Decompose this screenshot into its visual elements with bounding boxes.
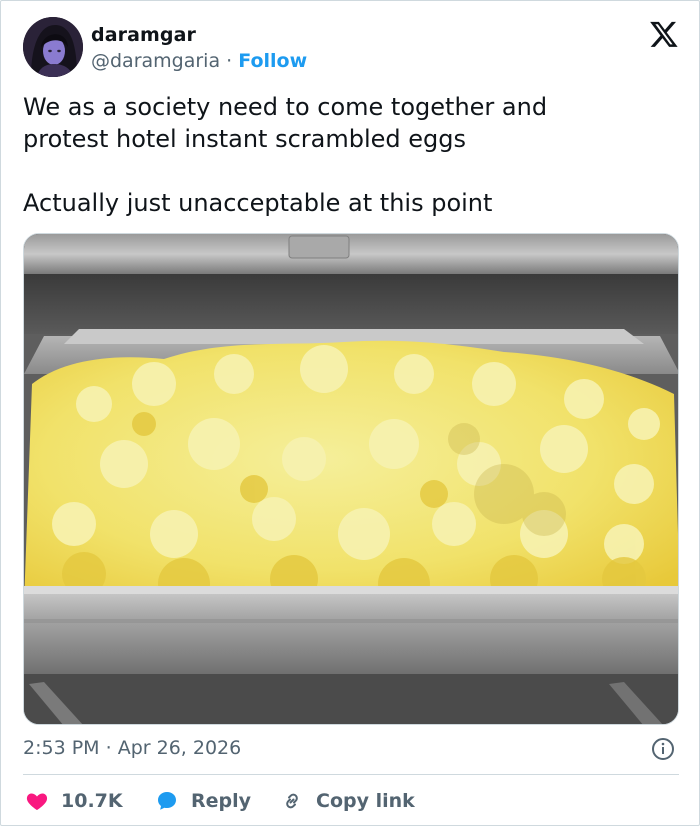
link-icon [286, 793, 298, 809]
tweet-text: We as a society need to come together an… [23, 93, 548, 217]
author-name[interactable]: daramgar [91, 24, 196, 46]
speech-bubble-icon [158, 792, 176, 810]
meta-separator: · [105, 737, 112, 759]
heart-icon [26, 793, 48, 810]
reply-label: Reply [191, 790, 252, 812]
follow-button[interactable]: Follow [238, 50, 307, 72]
reply-button[interactable]: Reply [155, 787, 251, 815]
author-handle-row: @daramgaria · Follow [91, 50, 307, 72]
tweet-header: daramgar @daramgaria · Follow [23, 17, 679, 79]
tweet-time: 2:53 PM [23, 737, 100, 759]
avatar[interactable] [23, 17, 83, 77]
divider [23, 774, 679, 775]
copy-link-button[interactable]: Copy link [280, 787, 415, 815]
scrambled-eggs-photo [24, 234, 678, 724]
like-button[interactable]: 10.7K [25, 787, 123, 815]
handle-separator: · [226, 50, 233, 72]
x-logo-icon[interactable] [649, 19, 679, 49]
tweet-image[interactable] [23, 233, 679, 725]
tweet-date: Apr 26, 2026 [117, 737, 242, 759]
author-handle[interactable]: @daramgaria [91, 50, 220, 72]
tweet-card: daramgar @daramgaria · Follow We as a so… [0, 0, 700, 826]
action-bar: 10.7K Reply Copy link [23, 787, 679, 815]
info-icon[interactable] [651, 737, 675, 761]
avatar-image [23, 17, 83, 77]
tweet-timestamp[interactable]: 2:53 PM · Apr 26, 2026 [23, 737, 241, 759]
copy-link-label: Copy link [316, 790, 415, 812]
like-count: 10.7K [61, 790, 123, 812]
